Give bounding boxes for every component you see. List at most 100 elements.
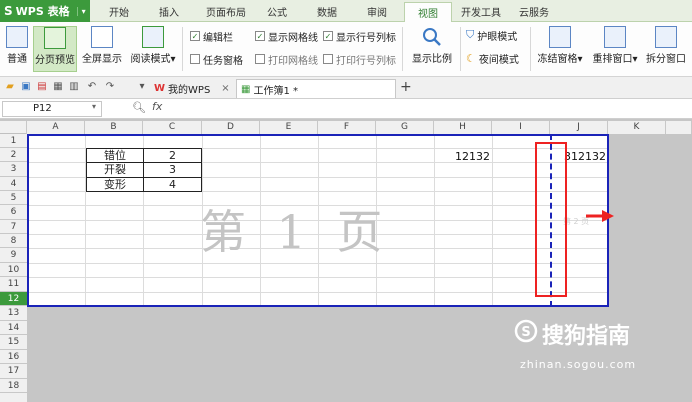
column-header-extra <box>666 121 692 134</box>
save-icon[interactable]: ▣ <box>20 81 32 93</box>
night-mode-button[interactable]: ☾ 夜间模式 <box>466 51 519 66</box>
formula-bar <box>0 99 692 119</box>
row-header[interactable]: 5 <box>0 191 27 205</box>
name-box[interactable]: P12 <box>2 101 102 117</box>
reading-mode-icon <box>142 26 164 48</box>
freeze-panes-button[interactable]: 冻结窗格▾ <box>534 26 586 72</box>
zoom-button[interactable]: 显示比例 <box>408 26 456 72</box>
row-header[interactable]: 10 <box>0 263 27 277</box>
row-header[interactable]: 3 <box>0 162 27 177</box>
rearrange-window-button[interactable]: 重排窗口▾ <box>589 26 641 72</box>
tab-developer[interactable]: 开发工具 <box>458 4 504 22</box>
column-header[interactable]: E <box>260 121 318 134</box>
shield-icon: ⛉ <box>466 28 475 41</box>
row-header[interactable]: 13 <box>0 306 27 321</box>
tab-data[interactable]: 数据 <box>312 4 342 22</box>
show-gridlines-checkbox[interactable]: ✓ 显示网格线 <box>255 29 318 44</box>
tab-workbook[interactable]: ▦ 工作簿1 * <box>236 79 396 98</box>
checkbox-checked-icon: ✓ <box>255 31 265 41</box>
redo-icon[interactable]: ↷ <box>104 81 116 93</box>
column-header[interactable]: D <box>202 121 260 134</box>
row-header[interactable]: 2 <box>0 148 27 162</box>
function-icon[interactable]: fx <box>152 100 162 113</box>
split-icon <box>655 26 677 48</box>
tab-home[interactable]: 开始 <box>104 4 134 22</box>
row-header[interactable]: 4 <box>0 177 27 191</box>
row-header[interactable]: 9 <box>0 248 27 263</box>
column-header[interactable]: C <box>143 121 202 134</box>
chevron-down-icon: ▾ <box>577 54 583 65</box>
row-header[interactable]: 11 <box>0 277 27 292</box>
window-icon <box>604 26 626 48</box>
app-menu-button[interactable]: S WPS 表格 ▾ <box>0 0 90 22</box>
fullscreen-button[interactable]: 全屏显示 <box>80 26 124 72</box>
open-folder-icon[interactable]: ▰ <box>4 81 16 93</box>
row-header[interactable]: 16 <box>0 350 27 364</box>
svg-text:S: S <box>521 325 530 340</box>
undo-icon[interactable]: ↶ <box>86 81 98 93</box>
ribbon-separator <box>182 27 183 71</box>
print-preview-icon[interactable]: ▥ <box>68 81 80 93</box>
spreadsheet-icon: ▦ <box>241 83 251 95</box>
freeze-icon <box>549 26 571 48</box>
magnifier-icon <box>421 26 443 48</box>
column-header[interactable]: J <box>550 121 608 134</box>
row-header[interactable]: 18 <box>0 379 27 393</box>
row-header[interactable]: 6 <box>0 205 27 220</box>
tab-cloud[interactable]: 云服务 <box>514 4 554 22</box>
row-header-active[interactable]: 12 <box>0 292 27 306</box>
add-tab-button[interactable]: + <box>400 79 412 95</box>
row-header[interactable]: 17 <box>0 364 27 379</box>
reading-mode-button[interactable]: 阅读模式▾ <box>127 26 179 72</box>
checkbox-unchecked-icon <box>190 54 200 64</box>
checkbox-checked-icon: ✓ <box>190 31 200 41</box>
row-header[interactable]: 15 <box>0 335 27 350</box>
tab-view[interactable]: 视图 <box>404 2 452 23</box>
column-header[interactable]: F <box>318 121 376 134</box>
page-break-preview-button[interactable]: 分页预览 <box>33 26 77 72</box>
show-headers-checkbox[interactable]: ✓ 显示行号列标 <box>323 29 396 44</box>
print-icon[interactable]: ▦ <box>52 81 64 93</box>
tab-insert[interactable]: 插入 <box>154 4 184 22</box>
normal-view-button[interactable]: 普通 <box>2 26 32 72</box>
column-header[interactable]: G <box>376 121 434 134</box>
close-icon[interactable]: × <box>221 83 229 94</box>
row-header[interactable]: 14 <box>0 321 27 335</box>
tab-page-layout[interactable]: 页面布局 <box>200 4 252 22</box>
print-gridlines-checkbox[interactable]: 打印网格线 <box>255 52 318 67</box>
quick-access-dropdown-icon[interactable]: ▾ <box>136 81 148 93</box>
column-header[interactable]: B <box>85 121 143 134</box>
column-header[interactable]: A <box>27 121 85 134</box>
chevron-down-icon[interactable]: ▾ <box>92 102 96 111</box>
ribbon-separator <box>402 27 403 71</box>
sogou-brand: S 搜狗指南 <box>514 318 630 350</box>
checkbox-checked-icon: ✓ <box>323 31 333 41</box>
row-header[interactable]: 8 <box>0 234 27 248</box>
task-pane-checkbox[interactable]: 任务窗格 <box>190 52 243 67</box>
column-header[interactable]: I <box>492 121 550 134</box>
select-all-corner[interactable] <box>0 121 27 134</box>
eye-mode-button[interactable]: ⛉ 护眼模式 <box>466 28 517 43</box>
page-boundary <box>27 134 609 307</box>
export-pdf-icon[interactable]: ▤ <box>36 81 48 93</box>
magnifier-icon[interactable]: 🔍︎ <box>132 101 146 114</box>
chevron-down-icon[interactable]: ▾ <box>76 6 86 16</box>
row-header-filler <box>0 393 27 402</box>
tab-review[interactable]: 审阅 <box>362 4 392 22</box>
tab-formula[interactable]: 公式 <box>262 4 292 22</box>
wps-logo-icon: S <box>4 4 13 18</box>
fullscreen-icon <box>91 26 113 48</box>
column-header[interactable]: K <box>608 121 666 134</box>
sogou-url: zhinan.sogou.com <box>520 358 637 371</box>
edit-bar-checkbox[interactable]: ✓ 编辑栏 <box>190 29 233 44</box>
split-window-button[interactable]: 拆分窗口 <box>643 26 689 72</box>
print-headers-checkbox[interactable]: 打印行号列标 <box>323 52 396 67</box>
sogou-logo-icon: S <box>514 319 538 349</box>
wps-logo-icon: W <box>154 83 166 94</box>
tab-my-wps[interactable]: W 我的WPS × <box>150 79 234 98</box>
ribbon-separator <box>460 27 461 71</box>
column-header[interactable]: H <box>434 121 492 134</box>
page-break-icon <box>44 27 66 49</box>
row-header[interactable]: 1 <box>0 134 27 148</box>
row-header[interactable]: 7 <box>0 220 27 234</box>
